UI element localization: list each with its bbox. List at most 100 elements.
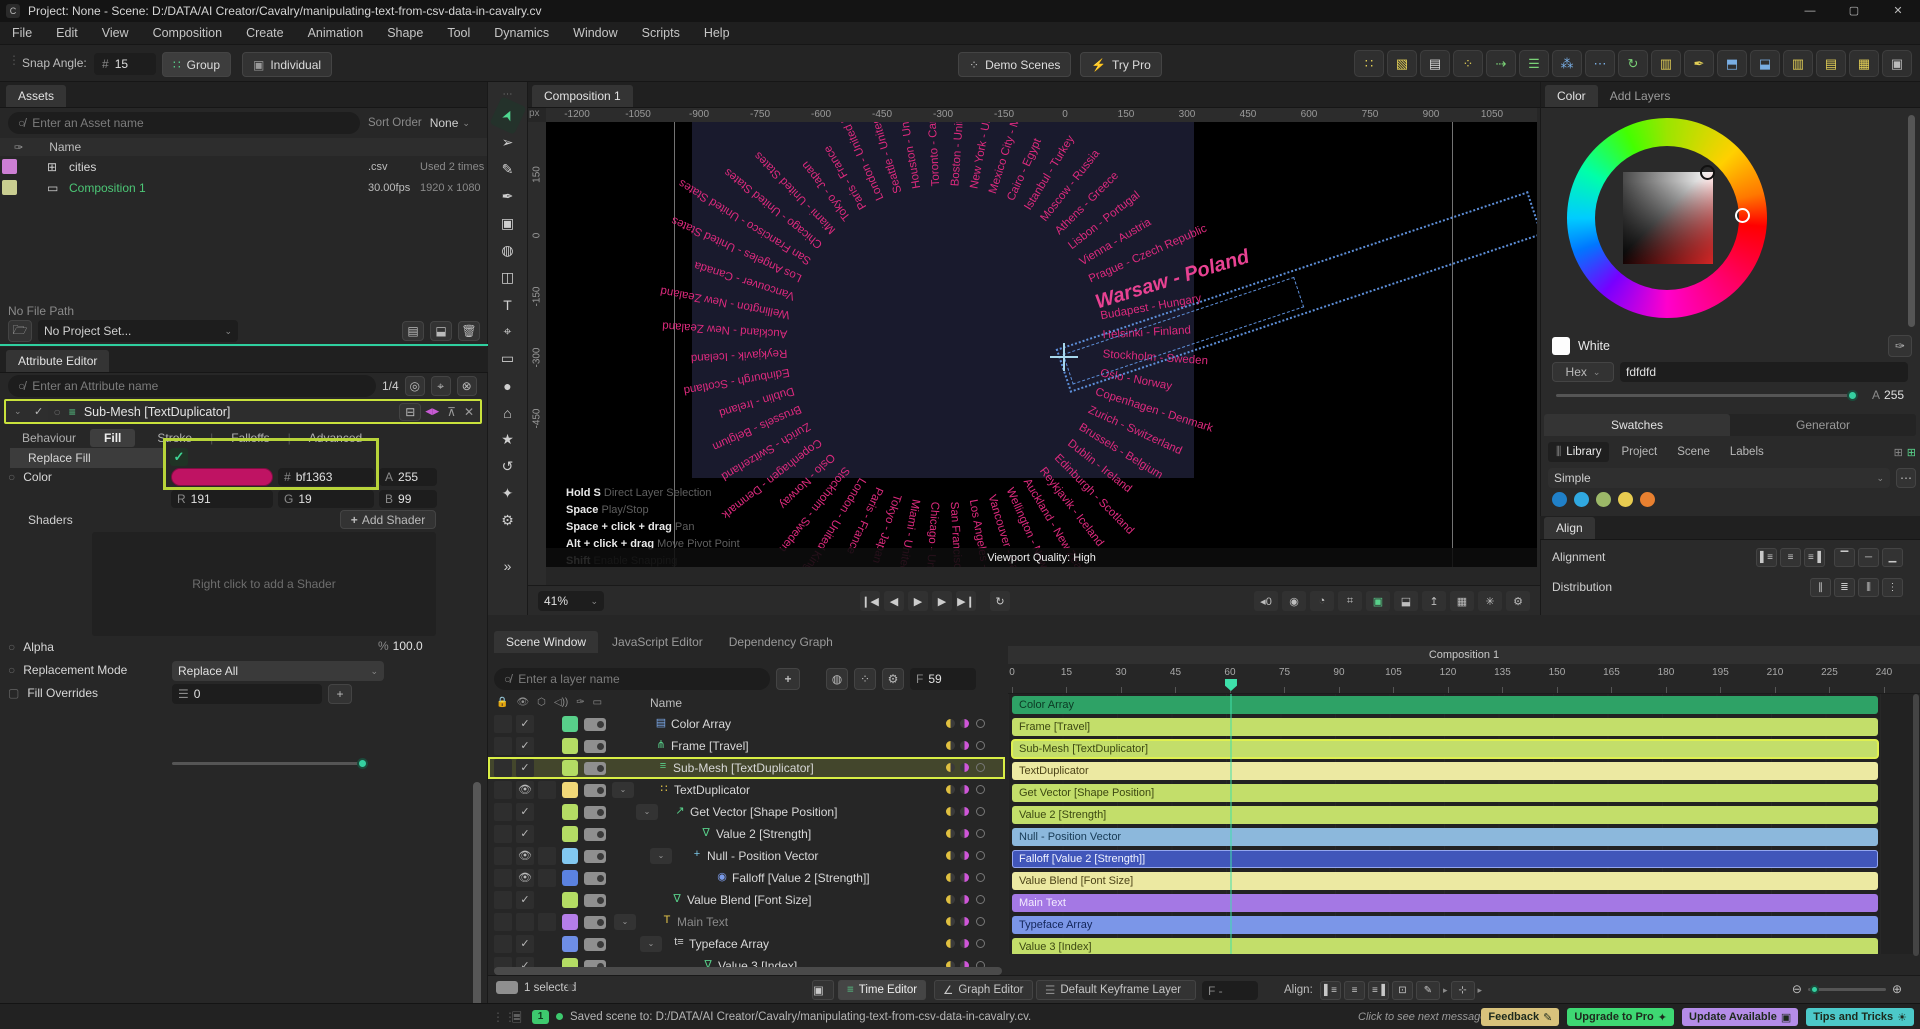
keyframe-left-indicator[interactable] <box>946 939 955 948</box>
keyframe-right-indicator[interactable] <box>960 807 969 816</box>
hex-value-input[interactable]: fdfdfd <box>1620 362 1908 382</box>
frame-toggle-button[interactable]: ▣ <box>812 980 834 1000</box>
keyframe-circle-indicator[interactable] <box>976 939 985 948</box>
panel-alpha-slider[interactable] <box>1556 390 1858 401</box>
swatch-dot[interactable] <box>1552 492 1567 507</box>
camera-icon[interactable]: ▭ <box>593 697 602 708</box>
layer-duration-bar[interactable]: Value 2 [Strength] <box>1012 806 1878 824</box>
distribution-button[interactable]: ∥ <box>1810 578 1831 597</box>
enabled-check-icon[interactable]: ✓ <box>516 803 534 821</box>
stylus-icon[interactable]: ✒ <box>1684 50 1714 77</box>
align-middle-icon[interactable]: ⬓ <box>1750 50 1780 77</box>
close-icon[interactable]: ✕ <box>464 405 474 419</box>
keyframe-right-indicator[interactable] <box>960 719 969 728</box>
menu-animation[interactable]: Animation <box>308 26 364 40</box>
tab-assets[interactable]: Assets <box>6 85 67 107</box>
layers-icon[interactable]: ▦ <box>1450 591 1474 611</box>
swatch-more-button[interactable]: ⋯ <box>1896 468 1916 488</box>
keyframe-circle-indicator[interactable] <box>976 719 985 728</box>
layer-row[interactable]: ✓ ▤ Color Array <box>488 713 1005 735</box>
settings-filter-icon[interactable]: ⚙ <box>882 668 904 690</box>
swatch-dot[interactable] <box>1596 492 1611 507</box>
keyframe-nav-button[interactable]: ⊹ <box>1450 981 1475 1000</box>
layer-row[interactable]: ✓ ∇ Value Blend [Font Size] <box>488 889 1005 911</box>
asset-color-swatch[interactable] <box>2 159 17 174</box>
sparkle-tool[interactable]: ✦ <box>493 480 523 507</box>
scatter-icon[interactable]: ⁘ <box>1453 50 1483 77</box>
layer-row[interactable]: ✓ ∇ Value 2 [Strength] <box>488 823 1005 845</box>
zoom-in-icon[interactable]: ⊕ <box>1892 982 1902 996</box>
graph-editor-button[interactable]: ∠ Graph Editor <box>934 980 1033 1000</box>
layer-duration-bar[interactable]: Typeface Array <box>1012 916 1878 934</box>
try-pro-button[interactable]: ⚡ Try Pro <box>1080 52 1162 77</box>
swatch-category-select[interactable]: Simple ⌄ <box>1548 468 1890 488</box>
layer-duration-bar[interactable]: Color Array <box>1012 696 1878 714</box>
left-panel-scrollbar[interactable] <box>473 782 481 1017</box>
project-set-select[interactable]: No Project Set... ⌄ <box>38 320 238 342</box>
render-camera-toggle[interactable] <box>584 806 606 819</box>
tab-generator[interactable]: Generator <box>1730 414 1916 436</box>
chevron-down-icon[interactable]: ⌄ <box>14 406 22 417</box>
swatch-dot[interactable] <box>1574 492 1589 507</box>
keyframe-left-indicator[interactable] <box>946 851 955 860</box>
scene-button[interactable]: Scene <box>1669 442 1718 462</box>
columns-icon[interactable]: ▥ <box>1783 50 1813 77</box>
more-dots-icon[interactable]: ⋯ <box>1585 50 1615 77</box>
replacement-mode-select[interactable]: Replace All ⌄ <box>172 661 384 681</box>
layer-checkbox[interactable] <box>494 759 512 777</box>
status-button-tips-and-tricks[interactable]: Tips and Tricks ☀ <box>1806 1008 1914 1026</box>
asset-name[interactable]: cities <box>69 160 96 174</box>
menu-scripts[interactable]: Scripts <box>642 26 680 40</box>
asset-row[interactable]: ⊞ cities Used 2 times .csv <box>0 156 487 177</box>
dots-grid-icon[interactable]: ∷ <box>1354 50 1384 77</box>
blue-input[interactable]: B 99 <box>379 490 437 508</box>
layer-checkbox[interactable] <box>538 847 556 865</box>
next-frame-icon[interactable]: ▶ <box>932 591 952 611</box>
sort-order-select[interactable]: None ⌄ <box>430 116 470 130</box>
layer-name[interactable]: Null - Position Vector <box>707 849 818 863</box>
type-tool[interactable]: T <box>493 291 523 318</box>
layer-checkbox[interactable] <box>494 847 512 865</box>
enabled-check-icon[interactable]: ✓ <box>516 935 534 953</box>
alignment-button[interactable]: ≡ <box>1780 548 1801 567</box>
camera-icon[interactable]: ▣ <box>1882 50 1912 77</box>
jump-start-icon[interactable]: ◂0 <box>1254 591 1278 611</box>
layer-color-swatch[interactable] <box>562 782 578 798</box>
keyframe-left-indicator[interactable] <box>946 741 955 750</box>
render-camera-toggle[interactable] <box>584 872 606 885</box>
layer-duration-bar[interactable]: Value 3 [Index] <box>1012 938 1878 954</box>
eye-icon[interactable]: 👁 <box>516 697 529 708</box>
layer-row[interactable]: ✓ ⌄ t≡ Typeface Array <box>488 933 1005 955</box>
next-message-hint[interactable]: Click to see next message <box>1358 1011 1486 1023</box>
tab-color[interactable]: Color <box>1545 85 1598 107</box>
alignment-button[interactable]: ▁ <box>1882 548 1903 567</box>
clear-icon[interactable]: ⊗ <box>456 376 477 396</box>
hex-input[interactable]: # bf1363 <box>278 468 374 486</box>
maximize-button[interactable]: ▢ <box>1832 0 1876 22</box>
menu-window[interactable]: Window <box>573 26 617 40</box>
align-bars-icon[interactable]: ☰ <box>1519 50 1549 77</box>
add-shader-button[interactable]: + Add Shader <box>340 510 436 529</box>
minimize-button[interactable]: — <box>1788 0 1832 22</box>
layer-row[interactable]: ✓ ⋔ Frame [Travel] <box>488 735 1005 757</box>
cube-icon[interactable]: ▧ <box>1387 50 1417 77</box>
current-color-swatch[interactable] <box>1552 337 1570 355</box>
layer-name[interactable]: TextDuplicator <box>674 783 750 797</box>
align-keys-left-button[interactable]: ▌≡ <box>1320 981 1341 1000</box>
layer-name[interactable]: Value Blend [Font Size] <box>687 893 812 907</box>
align-keys-right-button[interactable]: ≡▐ <box>1368 981 1389 1000</box>
layer-color-swatch[interactable] <box>562 760 578 776</box>
menu-dynamics[interactable]: Dynamics <box>494 26 549 40</box>
zoom-attr-icon[interactable]: ◎ <box>404 376 425 396</box>
play-icon[interactable]: ▶ <box>908 591 928 611</box>
grid-icon[interactable]: ▦ <box>1849 50 1879 77</box>
layer-row[interactable]: ✓ ⌄ ↗ Get Vector [Shape Position] <box>488 801 1005 823</box>
timer-icon[interactable]: ◔ <box>1310 591 1334 611</box>
keyframe-left-indicator[interactable] <box>946 785 955 794</box>
layer-name[interactable]: Value 2 [Strength] <box>716 827 811 841</box>
layer-color-swatch[interactable] <box>562 936 578 952</box>
keyframe-right-indicator[interactable] <box>960 785 969 794</box>
layer-color-swatch[interactable] <box>562 804 578 820</box>
keyframe-circle-icon[interactable]: ○ <box>8 640 15 654</box>
alignment-button[interactable]: ▌≡ <box>1756 548 1777 567</box>
